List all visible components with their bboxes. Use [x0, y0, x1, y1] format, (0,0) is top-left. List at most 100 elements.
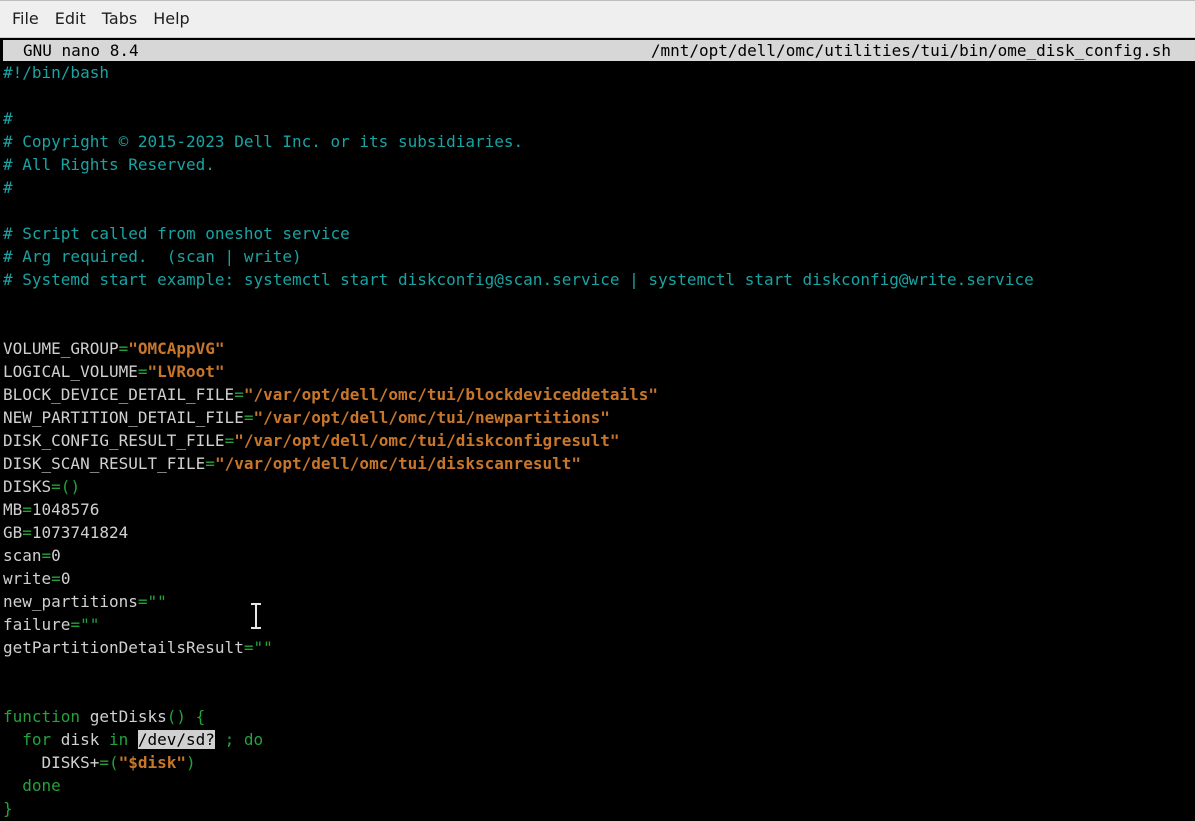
code-token: DISK_CONFIG_RESULT_FILE	[3, 431, 225, 450]
terminal-area[interactable]: GNU nano 8.4 /mnt/opt/dell/omc/utilities…	[0, 38, 1195, 821]
code-token: "LVRoot"	[147, 362, 225, 381]
file-path: /mnt/opt/dell/omc/utilities/tui/bin/ome_…	[650, 41, 1171, 60]
code-token: MB	[3, 500, 23, 519]
code-line[interactable]: MB=1048576	[3, 498, 1193, 521]
code-token: for	[3, 730, 52, 749]
code-token: # Arg required. (scan | write)	[3, 247, 302, 266]
nano-title-bar: GNU nano 8.4 /mnt/opt/dell/omc/utilities…	[3, 40, 1195, 61]
code-token: # Systemd start example: systemctl start…	[3, 270, 1034, 289]
code-line[interactable]: new_partitions=""	[3, 590, 1193, 613]
code-line[interactable]: # All Rights Reserved.	[3, 153, 1193, 176]
menu-tabs[interactable]: Tabs	[94, 0, 145, 38]
code-token: =	[205, 454, 215, 473]
menu-bar: File Edit Tabs Help	[0, 0, 1195, 38]
code-line[interactable]	[3, 682, 1193, 705]
code-line[interactable]: DISK_SCAN_RESULT_FILE="/var/opt/dell/omc…	[3, 452, 1193, 475]
code-line[interactable]	[3, 314, 1193, 337]
code-token: =(	[99, 753, 119, 772]
code-token: =	[22, 523, 32, 542]
code-token: =""	[243, 638, 273, 657]
code-token: "/var/opt/dell/omc/tui/diskconfigresult"	[234, 431, 620, 450]
menu-edit[interactable]: Edit	[47, 0, 94, 38]
code-token: function	[3, 707, 81, 726]
code-token: # All Rights Reserved.	[3, 155, 215, 174]
code-token: =()	[51, 477, 81, 496]
code-token: ; do	[214, 730, 264, 749]
code-line[interactable]: DISKS=()	[3, 475, 1193, 498]
code-token: =	[22, 500, 32, 519]
code-token: failure	[3, 615, 71, 634]
code-line[interactable]: #	[3, 107, 1193, 130]
code-token: #	[3, 109, 13, 128]
code-token: VOLUME_GROUP	[3, 339, 119, 358]
code-line[interactable]: # Systemd start example: systemctl start…	[3, 268, 1193, 291]
nano-version: GNU nano 8.4	[23, 41, 139, 60]
code-token: =	[234, 385, 244, 404]
code-token: }	[3, 799, 13, 818]
code-token: )	[186, 753, 196, 772]
code-line[interactable]	[3, 199, 1193, 222]
code-line[interactable]: failure=""	[3, 613, 1193, 636]
code-line[interactable]	[3, 291, 1193, 314]
code-token: NEW_PARTITION_DETAIL_FILE	[3, 408, 244, 427]
code-token: "/var/opt/dell/omc/tui/diskscanresult"	[214, 454, 581, 473]
code-line[interactable]: # Arg required. (scan | write)	[3, 245, 1193, 268]
code-line[interactable]: getPartitionDetailsResult=""	[3, 636, 1193, 659]
code-line[interactable]: # Script called from oneshot service	[3, 222, 1193, 245]
code-token: =	[224, 431, 235, 450]
code-line[interactable]: scan=0	[3, 544, 1193, 567]
menu-help[interactable]: Help	[145, 0, 197, 38]
code-line[interactable]: done	[3, 774, 1193, 797]
code-line[interactable]: }	[3, 797, 1193, 820]
code-token: DISKS	[3, 477, 52, 496]
code-line[interactable]	[3, 659, 1193, 682]
code-token: BLOCK_DEVICE_DETAIL_FILE	[3, 385, 235, 404]
code-line[interactable]: VOLUME_GROUP="OMCAppVG"	[3, 337, 1193, 360]
code-token: 0	[60, 569, 71, 588]
code-line[interactable]	[3, 84, 1193, 107]
code-token: done	[3, 776, 61, 795]
code-token: DISKS+	[3, 753, 100, 772]
code-line[interactable]: function getDisks() {	[3, 705, 1193, 728]
menu-file[interactable]: File	[4, 0, 47, 38]
code-line[interactable]: for disk in /dev/sd? ; do	[3, 728, 1193, 751]
code-token: () {	[166, 707, 206, 726]
code-line[interactable]: #!/bin/bash	[3, 61, 1193, 84]
code-token: 0	[51, 546, 61, 565]
code-token: =	[137, 362, 148, 381]
code-line[interactable]: LOGICAL_VOLUME="LVRoot"	[3, 360, 1193, 383]
code-token: LOGICAL_VOLUME	[3, 362, 138, 381]
code-token: getPartitionDetailsResult	[3, 638, 244, 657]
editor-buffer[interactable]: #!/bin/bash # # Copyright © 2015-2023 Dell…	[3, 61, 1193, 820]
code-line[interactable]: #	[3, 176, 1193, 199]
code-token: =	[51, 569, 61, 588]
code-token: =""	[137, 592, 167, 611]
code-token: "/var/opt/dell/omc/tui/newpartitions"	[253, 408, 610, 427]
code-token: in	[108, 730, 129, 749]
code-token: DISK_SCAN_RESULT_FILE	[3, 454, 206, 473]
code-token: GB	[3, 523, 23, 542]
code-token: =""	[70, 615, 100, 634]
code-token: =	[118, 339, 129, 358]
code-token: disk	[51, 730, 109, 749]
text-cursor-icon	[251, 603, 261, 629]
code-line[interactable]: DISK_CONFIG_RESULT_FILE="/var/opt/dell/o…	[3, 429, 1193, 452]
code-token: #	[3, 178, 13, 197]
code-line[interactable]: write=0	[3, 567, 1193, 590]
code-line[interactable]: DISKS+=("$disk")	[3, 751, 1193, 774]
code-token: getDisks	[80, 707, 167, 726]
code-token: 1048576	[31, 500, 100, 519]
code-token: "/var/opt/dell/omc/tui/blockdeviceddetai…	[243, 385, 659, 404]
code-line[interactable]: # Copyright © 2015-2023 Dell Inc. or its…	[3, 130, 1193, 153]
code-token: # Copyright © 2015-2023 Dell Inc. or its…	[3, 132, 524, 151]
code-token: #!/bin/bash	[3, 63, 109, 82]
code-token: write	[3, 569, 52, 588]
code-token: # Script called from oneshot service	[3, 224, 350, 243]
code-line[interactable]: GB=1073741824	[3, 521, 1193, 544]
code-line[interactable]: BLOCK_DEVICE_DETAIL_FILE="/var/opt/dell/…	[3, 383, 1193, 406]
code-line[interactable]: NEW_PARTITION_DETAIL_FILE="/var/opt/dell…	[3, 406, 1193, 429]
code-token: 1073741824	[31, 523, 129, 542]
code-token: new_partitions	[3, 592, 138, 611]
code-token: scan	[3, 546, 42, 565]
